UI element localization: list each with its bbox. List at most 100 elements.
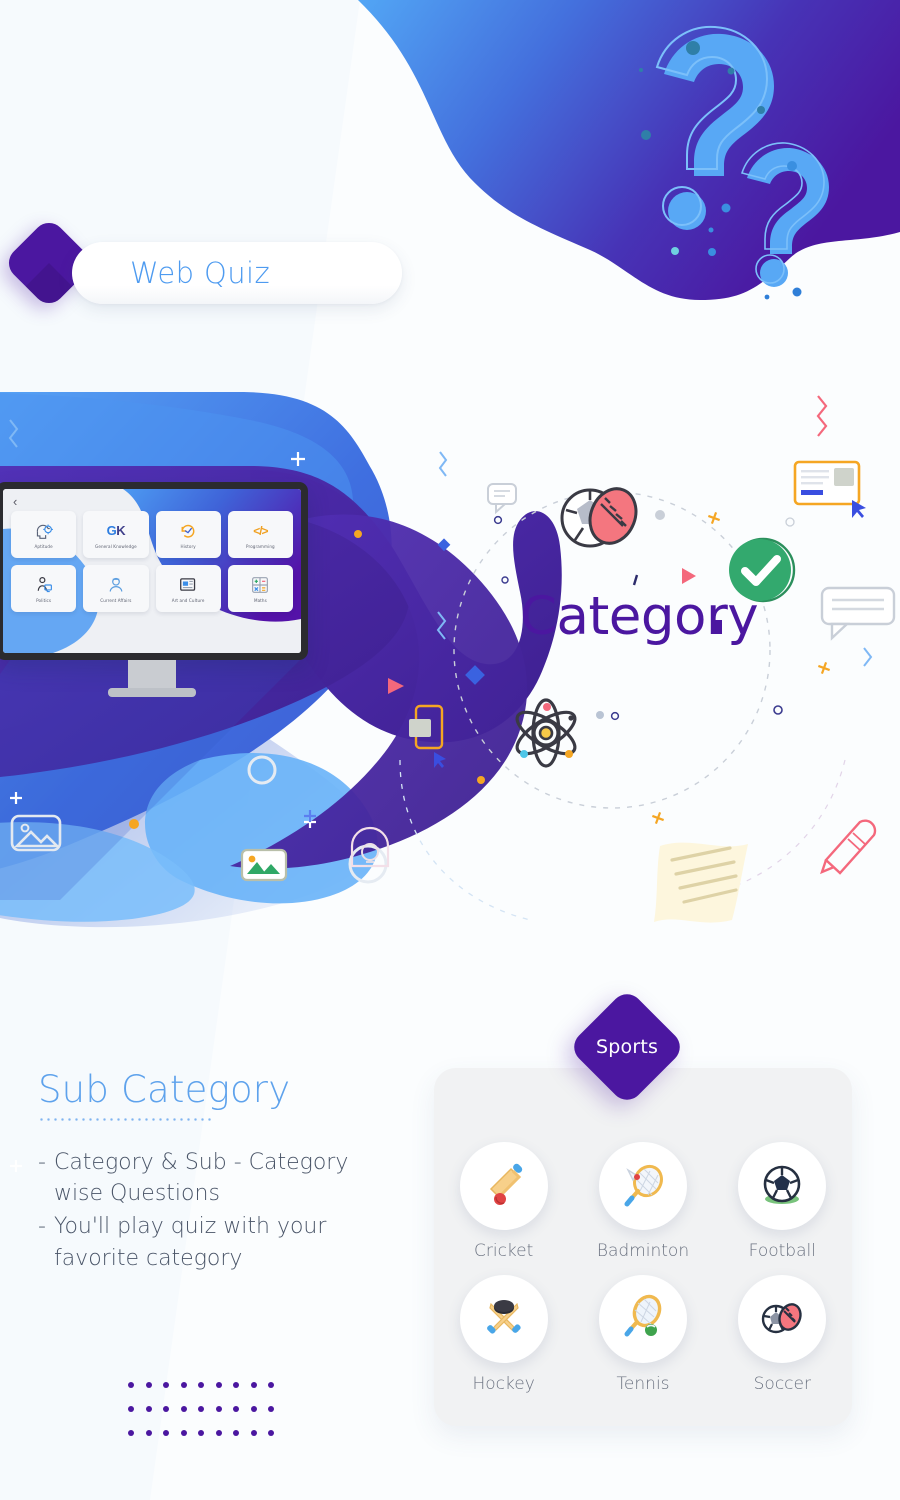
sub-category-section: Sub Category - Category & Sub - Category… <box>38 1068 418 1276</box>
football-soccer-ball-icon <box>764 1165 801 1204</box>
monitor-illustration: ‹ Aptitude G K General Knowledge History… <box>0 482 308 697</box>
monitor-screen: ‹ Aptitude G K General Knowledge History… <box>3 489 301 653</box>
bullet-text: You'll play quiz with your favorite cate… <box>54 1211 326 1273</box>
grid-dot <box>215 1430 222 1436</box>
grid-dot <box>128 1406 134 1412</box>
grid-dot <box>145 1382 152 1388</box>
screen-tile-label: Current Affairs <box>100 597 132 603</box>
sport-label: Hockey <box>472 1374 535 1394</box>
monitor-bezel: ‹ Aptitude G K General Knowledge History… <box>0 482 308 660</box>
monitor-neck <box>128 660 176 688</box>
sub-category-bullet-list: - Category & Sub - Category wise Questio… <box>38 1147 418 1274</box>
bullet-dash: - <box>38 1150 46 1175</box>
sub-category-dotted-rule <box>38 1118 214 1121</box>
sport-label: Soccer <box>753 1374 811 1394</box>
grid-dot <box>180 1382 187 1388</box>
current-affairs-reporter-icon <box>107 575 125 595</box>
grid-dot <box>268 1382 274 1388</box>
soccer-rugby-balls-icon <box>762 1303 802 1334</box>
sport-icon-circle <box>598 1142 687 1230</box>
bullet-line-1: Category & Sub - Category <box>53 1150 349 1175</box>
sub-category-heading: Sub Category <box>38 1068 291 1111</box>
grid-dot <box>163 1430 169 1436</box>
grid-dot <box>233 1406 239 1412</box>
screen-category-grid: Aptitude GK General Knowledge History </… <box>11 511 293 612</box>
screen-tile-programming[interactable]: </> Programming <box>227 511 293 558</box>
sport-icon-circle <box>738 1142 827 1230</box>
web-quiz-header-pill[interactable]: Web Quiz <box>72 242 402 304</box>
bullet-dash: - <box>38 1214 46 1240</box>
grid-dot <box>128 1430 134 1436</box>
bullet-line-2: favorite category <box>53 1245 243 1271</box>
aptitude-head-gear-icon <box>34 521 54 541</box>
web-quiz-title: Web Quiz <box>130 256 271 290</box>
sport-icon-circle <box>738 1275 827 1363</box>
bullet-text: Category & Sub - Category wise Questions <box>54 1147 348 1209</box>
grid-dot <box>198 1430 204 1436</box>
history-clock-icon <box>179 521 197 541</box>
sport-item-badminton[interactable]: Badminton <box>597 1142 689 1261</box>
gk-text-icon: GK <box>106 523 126 538</box>
notes-paper-icon <box>654 842 748 923</box>
bullet-line-2: wise Questions <box>53 1181 220 1207</box>
grid-dot <box>145 1430 152 1436</box>
sport-icon-circle <box>598 1275 687 1363</box>
screen-tile-label: Art and Culture <box>171 597 205 603</box>
grid-dot <box>215 1406 222 1412</box>
sub-category-bullet: - Category & Sub - Category wise Questio… <box>38 1147 418 1209</box>
decorative-dot-grid <box>128 1382 286 1454</box>
screen-tile-label: History <box>180 543 196 549</box>
screen-tile-history[interactable]: History <box>155 511 221 558</box>
hockey-sticks-puck-icon <box>486 1300 521 1334</box>
sports-panel: Cricket Badminton Football Hockey Tennis… <box>434 1068 852 1426</box>
poster-canvas: Web Quiz ‹ Aptitude G K General Knowledg… <box>0 0 900 1500</box>
sub-category-bullet: - You'll play quiz with your favorite ca… <box>38 1211 418 1273</box>
sport-item-cricket[interactable]: Cricket <box>459 1142 548 1261</box>
sport-label: Football <box>748 1241 816 1261</box>
grid-dot <box>145 1406 152 1412</box>
grid-dot <box>250 1430 257 1436</box>
sport-item-tennis[interactable]: Tennis <box>598 1275 687 1394</box>
grid-dot <box>128 1382 134 1388</box>
screen-tile-general-knowledge[interactable]: GK General Knowledge <box>83 511 149 558</box>
code-brackets-icon: </> <box>253 523 268 538</box>
screen-tile-label: Maths <box>253 597 267 603</box>
sport-icon-circle <box>459 1142 548 1230</box>
monitor-base <box>108 688 196 697</box>
badminton-racket-shuttle-icon <box>624 1164 663 1207</box>
screen-tile-label: Aptitude <box>34 543 53 549</box>
category-wordmark: Category <box>520 586 759 647</box>
grid-dot <box>268 1406 274 1412</box>
sports-grid: Cricket Badminton Football Hockey Tennis… <box>434 1142 852 1394</box>
screen-tile-politics[interactable]: Politics <box>11 565 77 612</box>
screen-tile-art-and-culture[interactable]: Art and Culture <box>155 565 221 612</box>
sport-item-football[interactable]: Football <box>738 1142 827 1261</box>
grid-dot <box>180 1430 187 1436</box>
screen-tile-maths[interactable]: Maths <box>227 565 293 612</box>
sport-label: Badminton <box>596 1241 690 1261</box>
grid-dot <box>180 1406 187 1412</box>
sport-label: Tennis <box>616 1374 670 1394</box>
grid-dot <box>250 1406 257 1412</box>
bullet-line-1: You'll play quiz with your <box>53 1214 327 1240</box>
sport-label: Cricket <box>474 1241 534 1261</box>
cricket-bat-ball-icon <box>489 1163 522 1205</box>
grid-dot <box>215 1382 222 1388</box>
sport-item-hockey[interactable]: Hockey <box>459 1275 548 1394</box>
grid-dot <box>163 1406 169 1412</box>
screen-tile-aptitude[interactable]: Aptitude <box>11 511 77 558</box>
grid-dot <box>198 1406 204 1412</box>
art-culture-news-icon <box>179 575 198 595</box>
tennis-racket-ball-icon <box>624 1294 662 1337</box>
politics-speaker-icon <box>35 575 53 595</box>
photo-icon-green <box>240 848 288 882</box>
screen-tile-label: Politics <box>36 597 52 603</box>
grid-dot <box>233 1382 239 1388</box>
grid-dot <box>250 1382 257 1388</box>
screen-tile-label: General Knowledge <box>95 543 137 549</box>
screen-tile-current-affairs[interactable]: Current Affairs <box>83 565 149 612</box>
screen-back-arrow[interactable]: ‹ <box>13 495 17 508</box>
screen-tile-label: Programming <box>246 543 275 549</box>
grid-dot <box>268 1430 274 1436</box>
sport-item-soccer[interactable]: Soccer <box>738 1275 827 1394</box>
